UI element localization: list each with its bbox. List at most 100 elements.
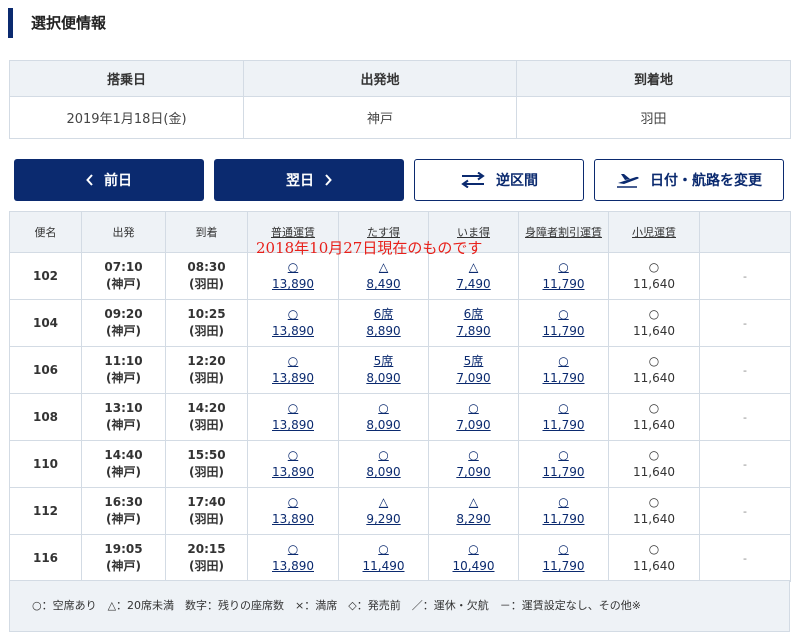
fare-price-link[interactable]: 7,490 xyxy=(429,276,518,293)
disability-fare-cell: ○ 11,790 xyxy=(518,534,609,582)
regular-fare-cell: ○ 13,890 xyxy=(247,440,339,488)
table-row: 116 19:05 (神戸) 20:15 (羽田) ○ 13,890 ○ 11,490 ○ 10,4… xyxy=(9,534,791,582)
fare-price-link[interactable]: 10,490 xyxy=(429,558,518,575)
seat-legend: ○：空席あり △：20席未満 数字：残りの座席数 ×：満席 ◇：発売前 ／：運休… xyxy=(9,580,790,632)
fare-price-link[interactable]: 8,090 xyxy=(339,417,428,434)
tasutoku-fare-cell: ○ 11,490 xyxy=(338,534,429,582)
change-date-route-label: 日付・航路を変更 xyxy=(650,173,762,189)
extra-cell: - xyxy=(699,346,791,394)
flight-number-cell: 106 xyxy=(9,346,82,394)
seat-status-link[interactable]: ○ xyxy=(248,447,338,464)
departure-time-cell: 11:10 (神戸) xyxy=(81,346,166,394)
seat-status-link[interactable]: ○ xyxy=(248,259,338,276)
seat-status-link[interactable]: ○ xyxy=(248,541,338,558)
fare-price-link[interactable]: 13,890 xyxy=(248,558,338,575)
child-fare-header[interactable]: 小児運賃 xyxy=(608,211,700,253)
fare-price-link[interactable]: 11,790 xyxy=(519,558,608,575)
fare-price: 11,640 xyxy=(633,371,675,385)
child-fare-cell: ○ 11,640 xyxy=(608,487,700,535)
arrival-place: (羽田) xyxy=(189,418,224,432)
fare-price-link[interactable]: 7,090 xyxy=(429,464,518,481)
child-fare-cell: ○ 11,640 xyxy=(608,440,700,488)
seat-status-link[interactable]: △ xyxy=(339,259,428,276)
seat-status-link[interactable]: ○ xyxy=(519,447,608,464)
seat-status-link[interactable]: ○ xyxy=(429,541,518,558)
imatoku-fare-cell: ○ 7,090 xyxy=(428,440,519,488)
fare-price-link[interactable]: 13,890 xyxy=(248,370,338,387)
child-fare-cell: ○ 11,640 xyxy=(608,534,700,582)
fare-price: 11,640 xyxy=(633,418,675,432)
seat-status-link[interactable]: △ xyxy=(429,259,518,276)
arrival-time-header: 到着 xyxy=(165,211,248,253)
seat-status-link[interactable]: ○ xyxy=(519,353,608,370)
arrival-time-cell: 17:40 (羽田) xyxy=(165,487,248,535)
departure-place: (神戸) xyxy=(106,512,141,526)
seat-status-link[interactable]: △ xyxy=(339,494,428,511)
fare-price-link[interactable]: 9,290 xyxy=(339,511,428,528)
departure-place: (神戸) xyxy=(106,277,141,291)
fare-price-link[interactable]: 8,890 xyxy=(339,323,428,340)
fare-price-link[interactable]: 7,890 xyxy=(429,323,518,340)
fare-price-link[interactable]: 13,890 xyxy=(248,323,338,340)
seat-status-link[interactable]: 6席 xyxy=(429,306,518,323)
fare-price: 11,640 xyxy=(633,512,675,526)
fare-price-link[interactable]: 8,290 xyxy=(429,511,518,528)
fare-price-link[interactable]: 7,090 xyxy=(429,370,518,387)
fare-price-link[interactable]: 11,490 xyxy=(339,558,428,575)
seat-status-link[interactable]: 5席 xyxy=(429,353,518,370)
fare-price-link[interactable]: 11,790 xyxy=(519,276,608,293)
flight-number-cell: 104 xyxy=(9,299,82,347)
fare-price-link[interactable]: 11,790 xyxy=(519,511,608,528)
seat-status-link[interactable]: ○ xyxy=(519,494,608,511)
flight-number-cell: 102 xyxy=(9,252,82,300)
extra-cell: - xyxy=(699,440,791,488)
seat-status-link[interactable]: ○ xyxy=(339,400,428,417)
fare-price-link[interactable]: 11,790 xyxy=(519,464,608,481)
seat-status-link[interactable]: ○ xyxy=(519,541,608,558)
fare-price-link[interactable]: 13,890 xyxy=(248,417,338,434)
arrival-time-cell: 14:20 (羽田) xyxy=(165,393,248,441)
seat-status-link[interactable]: ○ xyxy=(429,447,518,464)
seat-status-link[interactable]: ○ xyxy=(519,259,608,276)
seat-status-link[interactable]: △ xyxy=(429,494,518,511)
regular-fare-cell: ○ 13,890 xyxy=(247,393,339,441)
fare-price-link[interactable]: 8,090 xyxy=(339,464,428,481)
arrival-time: 15:50 xyxy=(187,448,226,462)
disability-fare-header[interactable]: 身障者割引運賃 xyxy=(518,211,609,253)
disability-fare-cell: ○ 11,790 xyxy=(518,346,609,394)
fare-price-link[interactable]: 11,790 xyxy=(519,370,608,387)
imatoku-fare-cell: 5席 7,090 xyxy=(428,346,519,394)
fare-price-link[interactable]: 11,790 xyxy=(519,417,608,434)
seat-status: ○ xyxy=(648,448,660,462)
seat-status-link[interactable]: ○ xyxy=(339,541,428,558)
fare-price-link[interactable]: 13,890 xyxy=(248,511,338,528)
fare-price: 11,640 xyxy=(633,277,675,291)
next-day-button[interactable]: 翌日 xyxy=(214,159,404,201)
seat-status-link[interactable]: ○ xyxy=(248,353,338,370)
fare-price-link[interactable]: 7,090 xyxy=(429,417,518,434)
prev-day-button[interactable]: 前日 xyxy=(14,159,204,201)
seat-status-link[interactable]: ○ xyxy=(248,400,338,417)
extra-cell: - xyxy=(699,534,791,582)
seat-status-link[interactable]: ○ xyxy=(429,400,518,417)
fare-price-link[interactable]: 11,790 xyxy=(519,323,608,340)
child-fare-cell: ○ 11,640 xyxy=(608,299,700,347)
imatoku-fare-cell: ○ 10,490 xyxy=(428,534,519,582)
seat-status-link[interactable]: ○ xyxy=(339,447,428,464)
seat-status-link[interactable]: 5席 xyxy=(339,353,428,370)
change-date-route-button[interactable]: 日付・航路を変更 xyxy=(594,159,784,201)
seat-status-link[interactable]: 6席 xyxy=(339,306,428,323)
seat-status-link[interactable]: ○ xyxy=(519,400,608,417)
fare-price-link[interactable]: 8,090 xyxy=(339,370,428,387)
arrival-time-cell: 20:15 (羽田) xyxy=(165,534,248,582)
departure-time-cell: 13:10 (神戸) xyxy=(81,393,166,441)
seat-status-link[interactable]: ○ xyxy=(248,306,338,323)
fare-price-link[interactable]: 13,890 xyxy=(248,276,338,293)
reverse-route-button[interactable]: 逆区間 xyxy=(414,159,584,201)
seat-status-link[interactable]: ○ xyxy=(519,306,608,323)
arrival-header: 到着地 xyxy=(516,60,791,97)
fare-price-link[interactable]: 8,490 xyxy=(339,276,428,293)
fare-price-link[interactable]: 13,890 xyxy=(248,464,338,481)
seat-status-link[interactable]: ○ xyxy=(248,494,338,511)
child-fare-cell: ○ 11,640 xyxy=(608,346,700,394)
